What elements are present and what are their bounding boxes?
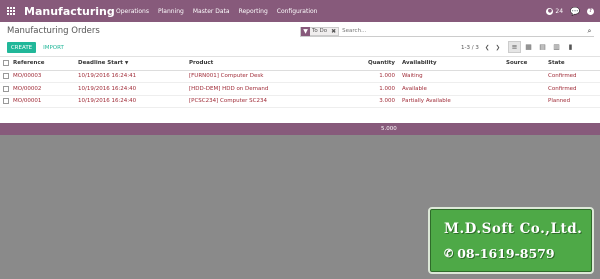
quantity-total: 5.000 [381,126,397,132]
cell-state: Planned [545,95,600,108]
graph-view-icon[interactable]: ▮ [564,41,577,53]
cell-product: [FURN001] Computer Desk [186,70,341,83]
cell-source [503,82,545,96]
column-header-product[interactable]: Product [186,57,341,71]
help-icon[interactable]: ? [587,7,594,15]
cell-quantity: 3.000 [341,95,399,108]
cell-deadline: 10/19/2016 16:24:41 [75,70,186,83]
company-watermark: M.D.Soft Co.,Ltd. ✆ 08-1619-8579 [428,207,594,274]
list-footer: 5.000 [0,123,600,135]
calendar-view-icon[interactable]: ▤ [536,41,549,53]
menu-reporting[interactable]: Reporting [239,8,268,15]
watermark-phone: 08-1619-8579 [457,246,555,261]
cell-availability: Partially Available [399,95,503,108]
column-header-source[interactable]: Source [503,57,545,71]
table-row[interactable]: MO/00003 10/19/2016 16:24:41 [FURN001] C… [0,70,600,83]
pager: 1-3 / 3 ❮ ❯ [461,43,500,53]
table-row[interactable]: MO/00001 10/19/2016 16:24:40 [PCSC234] C… [0,95,600,108]
cell-reference: MO/00001 [10,95,75,108]
sort-caret-icon: ▼ [124,61,129,67]
systray: ● 24 💬 ? [546,0,594,22]
view-switcher: ≡ ▦ ▤ ▥ ▮ [508,41,578,53]
page-title: Manufacturing Orders [7,26,100,36]
cell-product: [PCSC234] Computer SC234 [186,95,341,108]
search-input[interactable] [342,28,585,34]
cell-quantity: 1.000 [341,70,399,83]
column-header-availability[interactable]: Availability [399,57,503,71]
select-all-checkbox[interactable] [3,60,9,66]
column-header-deadline-label: Deadline Start [78,60,123,67]
menu-configuration[interactable]: Configuration [277,8,318,15]
orders-table: Reference Deadline Start ▼ Product Quanti… [0,57,600,108]
notification-count: 24 [555,7,564,15]
menu-planning[interactable]: Planning [158,8,184,15]
row-checkbox[interactable] [3,98,9,104]
watermark-company: M.D.Soft Co.,Ltd. [444,221,583,237]
top-navbar: Manufacturing Operations Planning Master… [0,0,600,22]
table-row[interactable]: MO/00002 10/19/2016 16:24:40 [HDD-DEM] H… [0,82,600,96]
cell-product: [HDD-DEM] HDD on Demand [186,82,341,96]
main-menu: Operations Planning Master Data Reportin… [116,8,317,15]
cell-deadline: 10/19/2016 16:24:40 [75,95,186,108]
pager-value[interactable]: 1-3 / 3 [461,45,479,51]
cell-deadline: 10/19/2016 16:24:40 [75,82,186,96]
chat-icon[interactable]: 💬 [570,7,580,16]
cell-state: Confirmed [545,82,600,96]
watermark-phone-line: ✆ 08-1619-8579 [444,246,555,261]
row-checkbox[interactable] [3,85,9,92]
chevron-left-icon[interactable]: ❮ [485,45,490,51]
menu-operations[interactable]: Operations [116,8,149,15]
search-facet[interactable]: ▼ To Do ✖ [300,26,340,36]
column-header-reference[interactable]: Reference [10,57,75,71]
import-button[interactable]: IMPORT [40,42,67,53]
cell-availability: Waiting [399,70,503,83]
phone-icon: ✆ [444,247,454,260]
control-panel: Manufacturing Orders ▼ To Do ✖ ⌕ CREATE … [0,22,600,57]
column-header-quantity[interactable]: Quantity [341,57,399,71]
chevron-right-icon[interactable]: ❯ [495,45,500,51]
cell-source [503,95,545,108]
search-bar: ▼ To Do ✖ ⌕ [300,26,594,37]
facet-remove-icon[interactable]: ✖ [329,28,338,35]
facet-label: To Do [312,28,328,34]
cell-availability: Available [399,82,503,96]
create-button[interactable]: CREATE [7,42,36,53]
activity-button[interactable]: ● 24 [546,7,564,15]
search-icon[interactable]: ⌕ [585,27,594,36]
menu-master-data[interactable]: Master Data [193,8,230,15]
app-title: Manufacturing [24,4,115,18]
cell-reference: MO/00003 [10,70,75,83]
column-header-state[interactable]: State [545,57,600,71]
apps-grid-icon[interactable] [0,0,22,22]
cell-state: Confirmed [545,70,600,83]
list-view-icon[interactable]: ≡ [508,41,521,53]
cell-reference: MO/00002 [10,82,75,96]
pivot-view-icon[interactable]: ▥ [550,41,563,53]
table-header-row: Reference Deadline Start ▼ Product Quanti… [0,57,600,71]
filter-icon: ▼ [301,26,310,36]
list-view: Reference Deadline Start ▼ Product Quanti… [0,57,600,123]
column-header-deadline[interactable]: Deadline Start ▼ [75,57,186,71]
cell-quantity: 1.000 [341,82,399,96]
activity-icon: ● [546,7,554,15]
kanban-view-icon[interactable]: ▦ [522,41,535,53]
cell-source [503,70,545,83]
row-checkbox[interactable] [3,73,9,79]
